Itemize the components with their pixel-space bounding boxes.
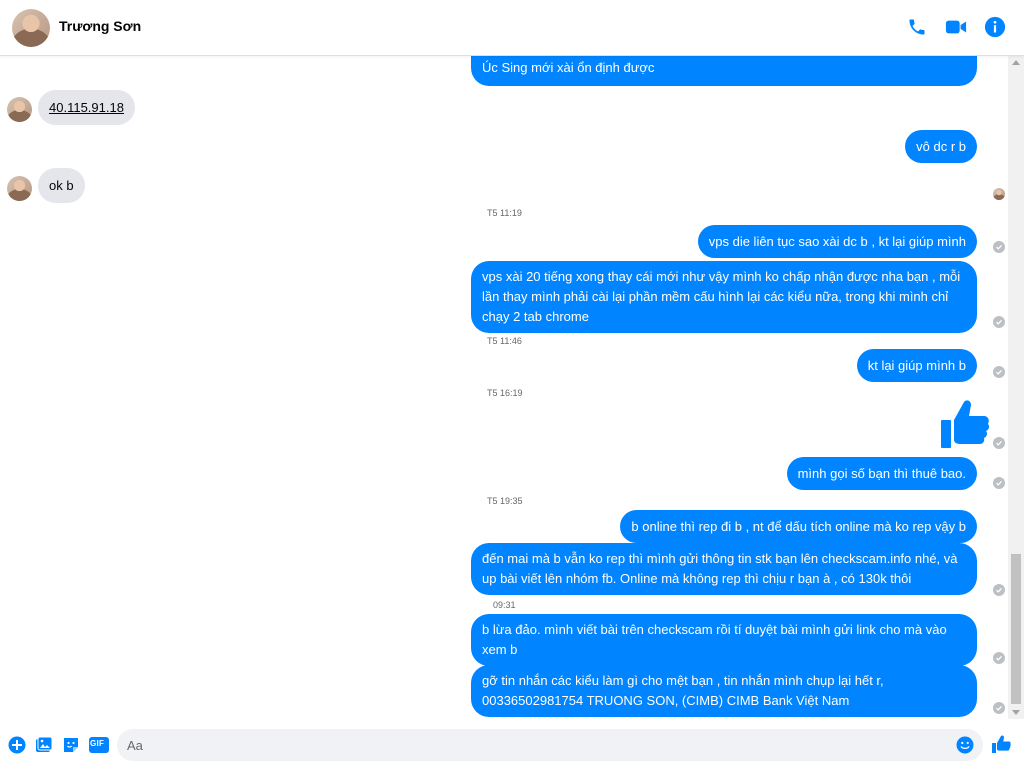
contact-name[interactable]: Trương Sơn [59,18,141,34]
like-icon[interactable] [991,734,1011,754]
message-text: vps die liên tục sao xài dc b , kt lại g… [708,234,966,249]
incoming-message[interactable]: 40.115.91.18 [38,90,135,125]
gif-label: GIF [90,739,105,748]
scrollbar[interactable] [1008,56,1024,719]
message-text: mình gọi số bạn thì thuê bao. [797,466,966,481]
incoming-message[interactable]: ok b [38,168,85,203]
message-text: gỡ tin nhắn các kiểu làm gì cho mệt bạn … [482,673,884,688]
timestamp: T5 16:19 [487,388,523,398]
message-text: up bài viết lên nhóm fb. Online mà không… [482,571,912,586]
scroll-down-arrow[interactable] [1012,710,1020,715]
message-text: vps xài 20 tiếng xong thay cái mới như v… [482,269,961,284]
chat-header: Trương Sơn [0,0,1024,56]
emoji-icon[interactable] [956,736,974,754]
messenger-window: Trương Sơn Úc Sing mới xài ổn định được … [0,0,1024,769]
sent-check-icon [993,437,1005,449]
timestamp: T5 19:35 [487,496,523,506]
phone-icon[interactable] [904,14,930,40]
message-text: ok b [49,178,74,193]
outgoing-message[interactable]: kt lại giúp mình b [856,349,977,382]
message-text: Úc Sing mới xài ổn định được [482,60,655,75]
message-text: vô dc r b [916,139,966,154]
sent-check-icon [993,584,1005,596]
timestamp: T5 11:19 [487,208,522,218]
outgoing-message[interactable]: gỡ tin nhắn các kiểu làm gì cho mệt bạn … [471,665,977,717]
outgoing-message[interactable]: mình gọi số bạn thì thuê bao. [786,457,977,490]
message-text: chạy 2 tab chrome [482,309,589,324]
composer-bar: GIF [0,720,1024,769]
info-icon[interactable] [982,14,1008,40]
video-icon[interactable] [943,14,969,40]
contact-avatar[interactable] [12,9,50,47]
message-text: xem b [482,642,518,657]
read-receipt-avatar [993,188,1005,200]
message-text: 00336502981754 TRUONG SON, (CIMB) CIMB B… [482,693,850,708]
message-link[interactable]: 40.115.91.18 [49,100,124,115]
outgoing-message[interactable]: vps xài 20 tiếng xong thay cái mới như v… [471,261,977,333]
timestamp: 09:31 [493,600,516,610]
message-input[interactable] [127,729,947,761]
sent-check-icon [993,316,1005,328]
sent-check-icon [993,241,1005,253]
like-sticker-icon[interactable] [940,398,990,450]
outgoing-message[interactable]: b online thì rep đi b , nt để dấu tích o… [620,510,977,543]
outgoing-message[interactable]: b lừa đảo. mình viết bài trên checkscam … [471,614,977,666]
sent-check-icon [993,366,1005,378]
message-text: lần thay mình phải cài lại phần mềm cấu … [482,289,949,304]
timestamp: T5 11:46 [487,336,522,346]
message-text: b lừa đảo. mình viết bài trên checkscam … [482,622,947,637]
scrollbar-thumb[interactable] [1011,554,1021,704]
sent-check-icon [993,477,1005,489]
contact-avatar-small[interactable] [7,176,32,201]
outgoing-message[interactable]: Úc Sing mới xài ổn định được [471,56,977,86]
sticker-icon[interactable] [61,735,81,755]
contact-avatar-small[interactable] [7,97,32,122]
image-icon[interactable] [34,735,54,755]
gif-icon[interactable]: GIF [88,735,110,755]
add-icon[interactable] [7,735,27,755]
message-list[interactable]: Úc Sing mới xài ổn định được 40.115.91.1… [0,56,1008,719]
outgoing-message[interactable]: vô dc r b [905,130,977,163]
message-text: b online thì rep đi b , nt để dấu tích o… [631,519,966,534]
outgoing-message[interactable]: vps die liên tục sao xài dc b , kt lại g… [697,225,977,258]
message-text: đến mai mà b vẫn ko rep thì mình gửi thô… [482,551,958,566]
message-text: kt lại giúp mình b [867,358,966,373]
outgoing-message[interactable]: đến mai mà b vẫn ko rep thì mình gửi thô… [471,543,977,595]
sent-check-icon [993,652,1005,664]
message-input-container[interactable] [117,729,983,761]
sent-check-icon [993,702,1005,714]
scroll-up-arrow[interactable] [1012,60,1020,65]
